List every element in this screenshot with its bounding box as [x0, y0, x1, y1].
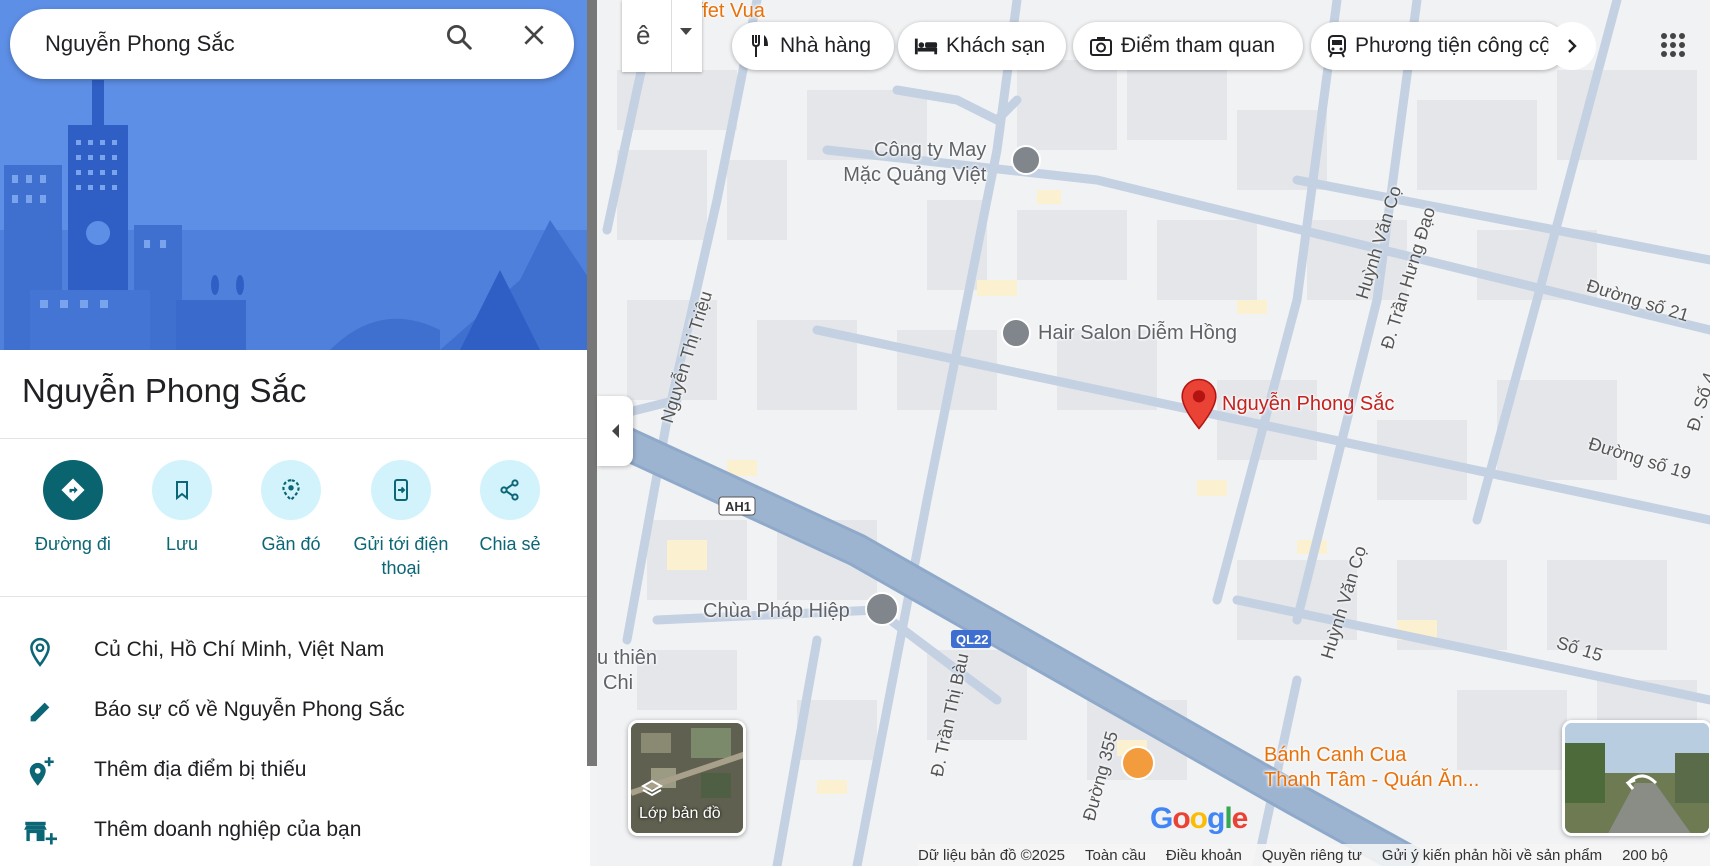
chip-label: Nhà hàng — [780, 34, 872, 57]
pencil-icon — [22, 694, 58, 730]
place-label-noodle-shop[interactable]: Bánh Canh Cua Thanh Tâm - Quán Ăn... — [1264, 743, 1479, 793]
bookmark-icon — [152, 460, 212, 520]
save-button[interactable]: Lưu — [127, 460, 237, 556]
google-logo: Google — [1150, 802, 1248, 835]
street-view-thumbnail[interactable] — [1562, 720, 1710, 836]
place-line: Thanh Tâm - Quán Ăn... — [1264, 769, 1480, 791]
add-business-row[interactable]: Thêm doanh nghiệp của bạn — [0, 802, 590, 858]
map-roads: AH1 QL22 — [597, 0, 1710, 866]
add-missing-place-row[interactable]: Thêm địa điểm bị thiếu — [0, 742, 590, 798]
chevron-left-icon — [612, 424, 619, 438]
rotate-360-icon — [1625, 771, 1659, 796]
save-label: Lưu — [165, 534, 199, 554]
divider — [0, 596, 590, 597]
send-to-phone-icon — [371, 460, 431, 520]
report-issue-row[interactable]: Báo sự cố về Nguyễn Phong Sắc — [0, 682, 590, 738]
divider — [0, 438, 590, 439]
chevron-down-icon[interactable] — [680, 28, 692, 35]
hotel-icon — [914, 34, 938, 58]
apps-grid-icon[interactable] — [1650, 22, 1696, 68]
chip-label: Phương tiện công cộng — [1355, 34, 1566, 57]
close-icon[interactable] — [521, 22, 565, 66]
place-line: Chi — [603, 672, 634, 694]
pagoda-icon[interactable] — [865, 592, 899, 626]
chip-label: Khách sạn — [946, 34, 1046, 57]
place-hero-image — [0, 0, 590, 350]
address-row[interactable]: Củ Chi, Hồ Chí Minh, Việt Nam — [0, 622, 590, 678]
poi-marker[interactable] — [1011, 145, 1041, 175]
restaurant-marker[interactable] — [1121, 746, 1155, 780]
share-icon — [480, 460, 540, 520]
poi-marker[interactable] — [1001, 318, 1031, 348]
place-label-hair-salon[interactable]: Hair Salon Diễm Hồng — [1038, 322, 1237, 345]
shield-ah1: AH1 — [725, 499, 751, 514]
place-title: Nguyễn Phong Sắc — [22, 372, 307, 409]
place-line: u thiên — [597, 647, 658, 669]
layers-label: Lớp bản đồ — [639, 805, 721, 822]
layers-button[interactable]: Lớp bản đồ — [628, 720, 746, 836]
place-line: Bánh Canh Cua — [1264, 744, 1407, 766]
chip-restaurants[interactable]: Nhà hàng — [732, 22, 894, 70]
place-line: Mặc Quảng Việt — [843, 164, 987, 186]
nearby-button[interactable]: Gần đó — [236, 460, 346, 556]
transit-icon — [1327, 34, 1347, 58]
input-method-toggle[interactable]: ê — [622, 0, 702, 72]
scale-bar[interactable]: 200 bộ — [1622, 847, 1668, 864]
restaurant-icon — [748, 34, 772, 58]
directions-button[interactable]: Đường đi — [18, 460, 128, 556]
add-business-text: Thêm doanh nghiệp của bạn — [94, 818, 362, 841]
chip-label: Điểm tham quan — [1121, 34, 1276, 57]
nearby-label: Gần đó — [261, 534, 321, 554]
add-business-icon — [22, 814, 58, 850]
directions-icon — [43, 460, 103, 520]
address-text: Củ Chi, Hồ Chí Minh, Việt Nam — [94, 638, 385, 661]
place-label-pagoda[interactable]: Chùa Pháp Hiệp — [703, 600, 850, 623]
chip-attractions[interactable]: Điểm tham quan — [1073, 22, 1303, 70]
ime-letter: ê — [636, 20, 651, 50]
divider — [671, 0, 672, 72]
share-label: Chia sẻ — [479, 534, 541, 554]
privacy-link[interactable]: Quyền riêng tư — [1262, 847, 1362, 864]
shield-ql22: QL22 — [956, 632, 989, 647]
map-footer: Dữ liệu bản đồ ©2025 Toàn cầu Điều khoản… — [918, 844, 1710, 866]
collapse-panel-button[interactable] — [597, 396, 633, 466]
location-pin-icon — [22, 634, 58, 670]
place-line: Công ty May — [874, 139, 987, 161]
feedback-link[interactable]: Gửi ý kiến phản hồi về sản phẩm — [1382, 847, 1602, 864]
terms-link[interactable]: Điều khoản — [1166, 847, 1242, 864]
search-icon[interactable] — [444, 22, 488, 66]
add-place-icon — [22, 754, 58, 790]
chip-hotels[interactable]: Khách sạn — [898, 22, 1066, 70]
chip-transit[interactable]: Phương tiện công cộng — [1311, 22, 1566, 70]
place-label-selected[interactable]: Nguyễn Phong Sắc — [1222, 393, 1394, 416]
add-missing-place-text: Thêm địa điểm bị thiếu — [94, 758, 307, 781]
place-panel: Nguyễn Phong Sắc Đường đi Lưu Gần đó G — [0, 0, 590, 866]
map-data-credit: Dữ liệu bản đồ ©2025 — [918, 846, 1066, 864]
place-label-buffet[interactable]: ffet Vua — [697, 0, 765, 23]
share-button[interactable]: Chia sẻ — [455, 460, 565, 556]
search-input[interactable] — [45, 23, 425, 65]
report-issue-text: Báo sự cố về Nguyễn Phong Sắc — [94, 698, 405, 721]
map-canvas[interactable]: AH1 QL22 Công ty May Mặc Quảng Việt Hair… — [597, 0, 1710, 866]
place-label-partial[interactable]: u thiên Chi — [597, 646, 657, 696]
selected-place-marker[interactable] — [1180, 378, 1218, 435]
place-label-garment-company[interactable]: Công ty May Mặc Quảng Việt — [842, 138, 986, 188]
chevron-right-icon[interactable] — [1548, 22, 1596, 70]
global-link[interactable]: Toàn cầu — [1085, 847, 1146, 864]
send-to-phone-label: Gửi tới điện thoại — [353, 534, 449, 578]
directions-label: Đường đi — [35, 534, 111, 554]
maps-app: Nguyễn Phong Sắc Đường đi Lưu Gần đó G — [0, 0, 1710, 866]
layers-icon — [640, 779, 664, 804]
camera-icon — [1089, 34, 1113, 58]
nearby-icon — [261, 460, 321, 520]
search-box — [10, 9, 574, 79]
panel-scrollbar[interactable] — [587, 0, 597, 766]
send-to-phone-button[interactable]: Gửi tới điện thoại — [346, 460, 456, 580]
